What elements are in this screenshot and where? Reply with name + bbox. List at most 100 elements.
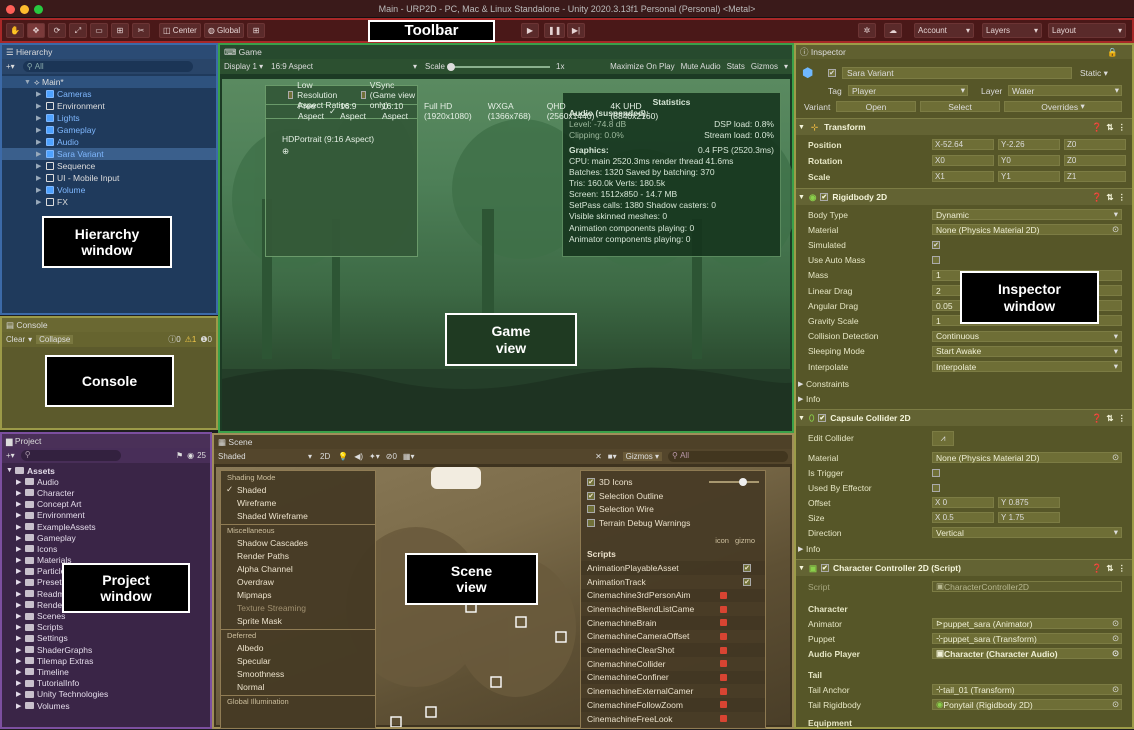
account-dropdown[interactable]: Account ▾ [914, 23, 974, 38]
error-count-toggle[interactable]: ❶0 [200, 335, 212, 344]
gizmo-script-row[interactable]: CinemachineFollowZoom [581, 698, 765, 712]
gizmo-checkbox[interactable]: ✔ [743, 577, 751, 586]
add-aspect-icon[interactable]: ⊕ [266, 145, 417, 158]
object-picker-icon[interactable]: ⊙ [1112, 452, 1119, 463]
aspect-option[interactable]: ✓ 16:9 Aspect [324, 101, 366, 121]
pause-button[interactable]: ❚❚ [544, 23, 566, 38]
position-z-field[interactable]: Z 0 [1064, 139, 1126, 150]
select-button[interactable]: Select [920, 101, 1000, 112]
gizmo-script-row[interactable]: CinemachineClearShot [581, 643, 765, 657]
tab-console[interactable]: ▤ Console [2, 318, 216, 332]
rigidbody-dropdown[interactable]: Interpolate [932, 361, 1122, 372]
step-button[interactable]: ▶| [567, 23, 585, 38]
open-button[interactable]: Open [836, 101, 916, 112]
script-gizmo-icon[interactable] [720, 673, 727, 681]
shading-option[interactable]: Wireframe [221, 496, 375, 509]
lighting-icon[interactable]: 💡 [338, 452, 348, 461]
layout-dropdown[interactable]: Layout ▾ [1048, 23, 1126, 38]
aspect-toggle[interactable]: Low Resolution Aspect Ratios [282, 80, 355, 110]
tab-scene[interactable]: ▦ Scene [214, 435, 792, 449]
direction-dropdown[interactable]: Vertical [932, 527, 1122, 538]
project-folder[interactable]: ▶ ExampleAssets [6, 521, 210, 532]
rigidbody-dropdown[interactable]: Start Awake [932, 345, 1122, 357]
project-folder[interactable]: ▶ Concept Art [6, 499, 210, 510]
settings-icon[interactable]: ⇅ [1106, 122, 1113, 133]
controller-enabled-checkbox[interactable]: ✔ [820, 564, 829, 572]
menu-icon[interactable]: ⋮ [1118, 413, 1127, 424]
clear-button[interactable]: Clear [6, 335, 25, 344]
aspect-option[interactable]: QHD (2560x1440) [531, 101, 595, 121]
gizmo-toggle[interactable]: Terrain Debug Warnings [581, 516, 765, 530]
effects-icon[interactable]: ✦▾ [369, 452, 380, 461]
visibility-icon[interactable]: ◉ [187, 451, 194, 460]
script-gizmo-icon[interactable] [720, 632, 727, 640]
used-by-effector-checkbox[interactable] [932, 483, 940, 492]
project-folder[interactable]: ▶ Icons [6, 543, 210, 554]
script-gizmo-icon[interactable] [720, 715, 727, 723]
layer-dropdown[interactable]: Water ▾ [1008, 85, 1122, 96]
audio-icon[interactable]: ◀) [354, 452, 363, 461]
object-name-field[interactable]: Sara Variant [842, 67, 1072, 79]
scale-y-field[interactable]: Y 1 [998, 171, 1060, 182]
tail-rigidbody-field[interactable]: ◉ Ponytail (Rigidbody 2D) [932, 699, 1122, 710]
gizmo-script-row[interactable]: CinemachineBlendListCame [581, 602, 765, 616]
capsule-enabled-checkbox[interactable]: ✔ [818, 414, 827, 422]
edit-collider-button[interactable]: ⩘ [932, 430, 954, 446]
custom-tool-icon[interactable]: ✂ [132, 23, 150, 38]
script-gizmo-icon[interactable] [720, 660, 727, 668]
capsule-info-foldout[interactable]: ▶ Info [796, 541, 1132, 556]
gizmo-script-row[interactable]: CinemachineCollider [581, 657, 765, 671]
aspect-option-custom[interactable]: HDPortrait (9:16 Aspect) [266, 133, 417, 146]
rotation-z-field[interactable]: Z 0 [1064, 155, 1126, 166]
object-picker-icon[interactable]: ⊙ [1112, 618, 1119, 629]
script-gizmo-icon[interactable] [720, 591, 727, 599]
gizmos-dropdown[interactable]: Gizmos ▾ [622, 452, 662, 461]
hierarchy-item[interactable]: ▶ Sequence [2, 160, 216, 172]
gizmo-script-row[interactable]: CinemachineBrain [581, 615, 765, 630]
hierarchy-item[interactable]: ▶ Lights [2, 112, 216, 124]
shading-option[interactable]: ✓ Shaded [221, 483, 375, 496]
project-folder[interactable]: ▶ Timeline [6, 666, 210, 677]
rigidbody-value-field[interactable]: None (Physics Material 2D) [932, 224, 1122, 236]
shading-option[interactable]: Sprite Mask [221, 614, 375, 627]
filter-icon[interactable]: ⚑ [176, 451, 183, 460]
character-controller-header[interactable]: ▼ ▣ ✔ Character Controller 2D (Script) ❓… [796, 559, 1132, 576]
camera-gizmo-icon[interactable] [431, 467, 481, 489]
offset-x-field[interactable]: X 0 [932, 497, 994, 508]
size-x-field[interactable]: X 0.5 [932, 512, 994, 523]
icon-size-slider[interactable] [709, 478, 759, 486]
position-y-field[interactable]: Y -2.26 [998, 139, 1060, 150]
shading-option[interactable]: Albedo [221, 641, 375, 654]
object-picker-icon[interactable]: ⊙ [1112, 684, 1119, 695]
script-gizmo-icon[interactable] [720, 701, 727, 709]
aspect-dropdown[interactable]: 16:9 Aspect [271, 62, 313, 71]
aspect-toggle[interactable]: VSync (Game view only) [355, 80, 417, 110]
shading-option[interactable]: Render Paths [221, 549, 375, 562]
aspect-option[interactable]: Free Aspect [282, 101, 324, 121]
hierarchy-item[interactable]: ▶ Volume [2, 184, 216, 196]
hierarchy-item[interactable]: ▶ Gameplay [2, 124, 216, 136]
gizmo-checkbox[interactable]: ✔ [743, 563, 751, 572]
pivot-global-toggle[interactable]: ◍ Global [203, 23, 245, 38]
scene-root[interactable]: ▼ ⟡ Main* [2, 76, 216, 88]
script-gizmo-icon[interactable] [720, 687, 727, 695]
transform-header[interactable]: ▼ ⊹ Transform ❓ ⇅ ⋮ [796, 118, 1132, 135]
aspect-option[interactable]: WXGA (1366x768) [472, 101, 531, 121]
settings-icon[interactable]: ⇅ [1106, 563, 1113, 574]
search-field[interactable]: ⚲ [20, 450, 121, 461]
gizmo-toggle[interactable]: ✔ 3D Icons [581, 475, 765, 489]
aspect-option[interactable]: 4K UHD (3840x2160) [594, 101, 658, 121]
rigidbody-header[interactable]: ▼ ◉ ✔ Rigidbody 2D ❓ ⇅ ⋮ [796, 188, 1132, 205]
gizmo-script-row[interactable]: CinemachineExternalCamer [581, 684, 765, 698]
shading-option[interactable]: Alpha Channel [221, 562, 375, 575]
gizmo-script-row[interactable]: CinemachineFreeLook [581, 712, 765, 726]
tag-dropdown[interactable]: Player ▾ [848, 85, 968, 96]
hierarchy-item[interactable]: ▶ FX [2, 196, 216, 208]
position-x-field[interactable]: X -52.64 [932, 139, 994, 150]
script-gizmo-icon[interactable] [720, 605, 727, 613]
script-gizmo-icon[interactable] [720, 619, 727, 627]
animator-field[interactable]: ⊳ puppet_sara (Animator) [932, 618, 1122, 629]
shading-option[interactable]: Overdraw [221, 575, 375, 588]
rigidbody-dropdown[interactable]: Continuous [932, 330, 1122, 342]
pivot-center-toggle[interactable]: ◫ Center [159, 23, 201, 38]
